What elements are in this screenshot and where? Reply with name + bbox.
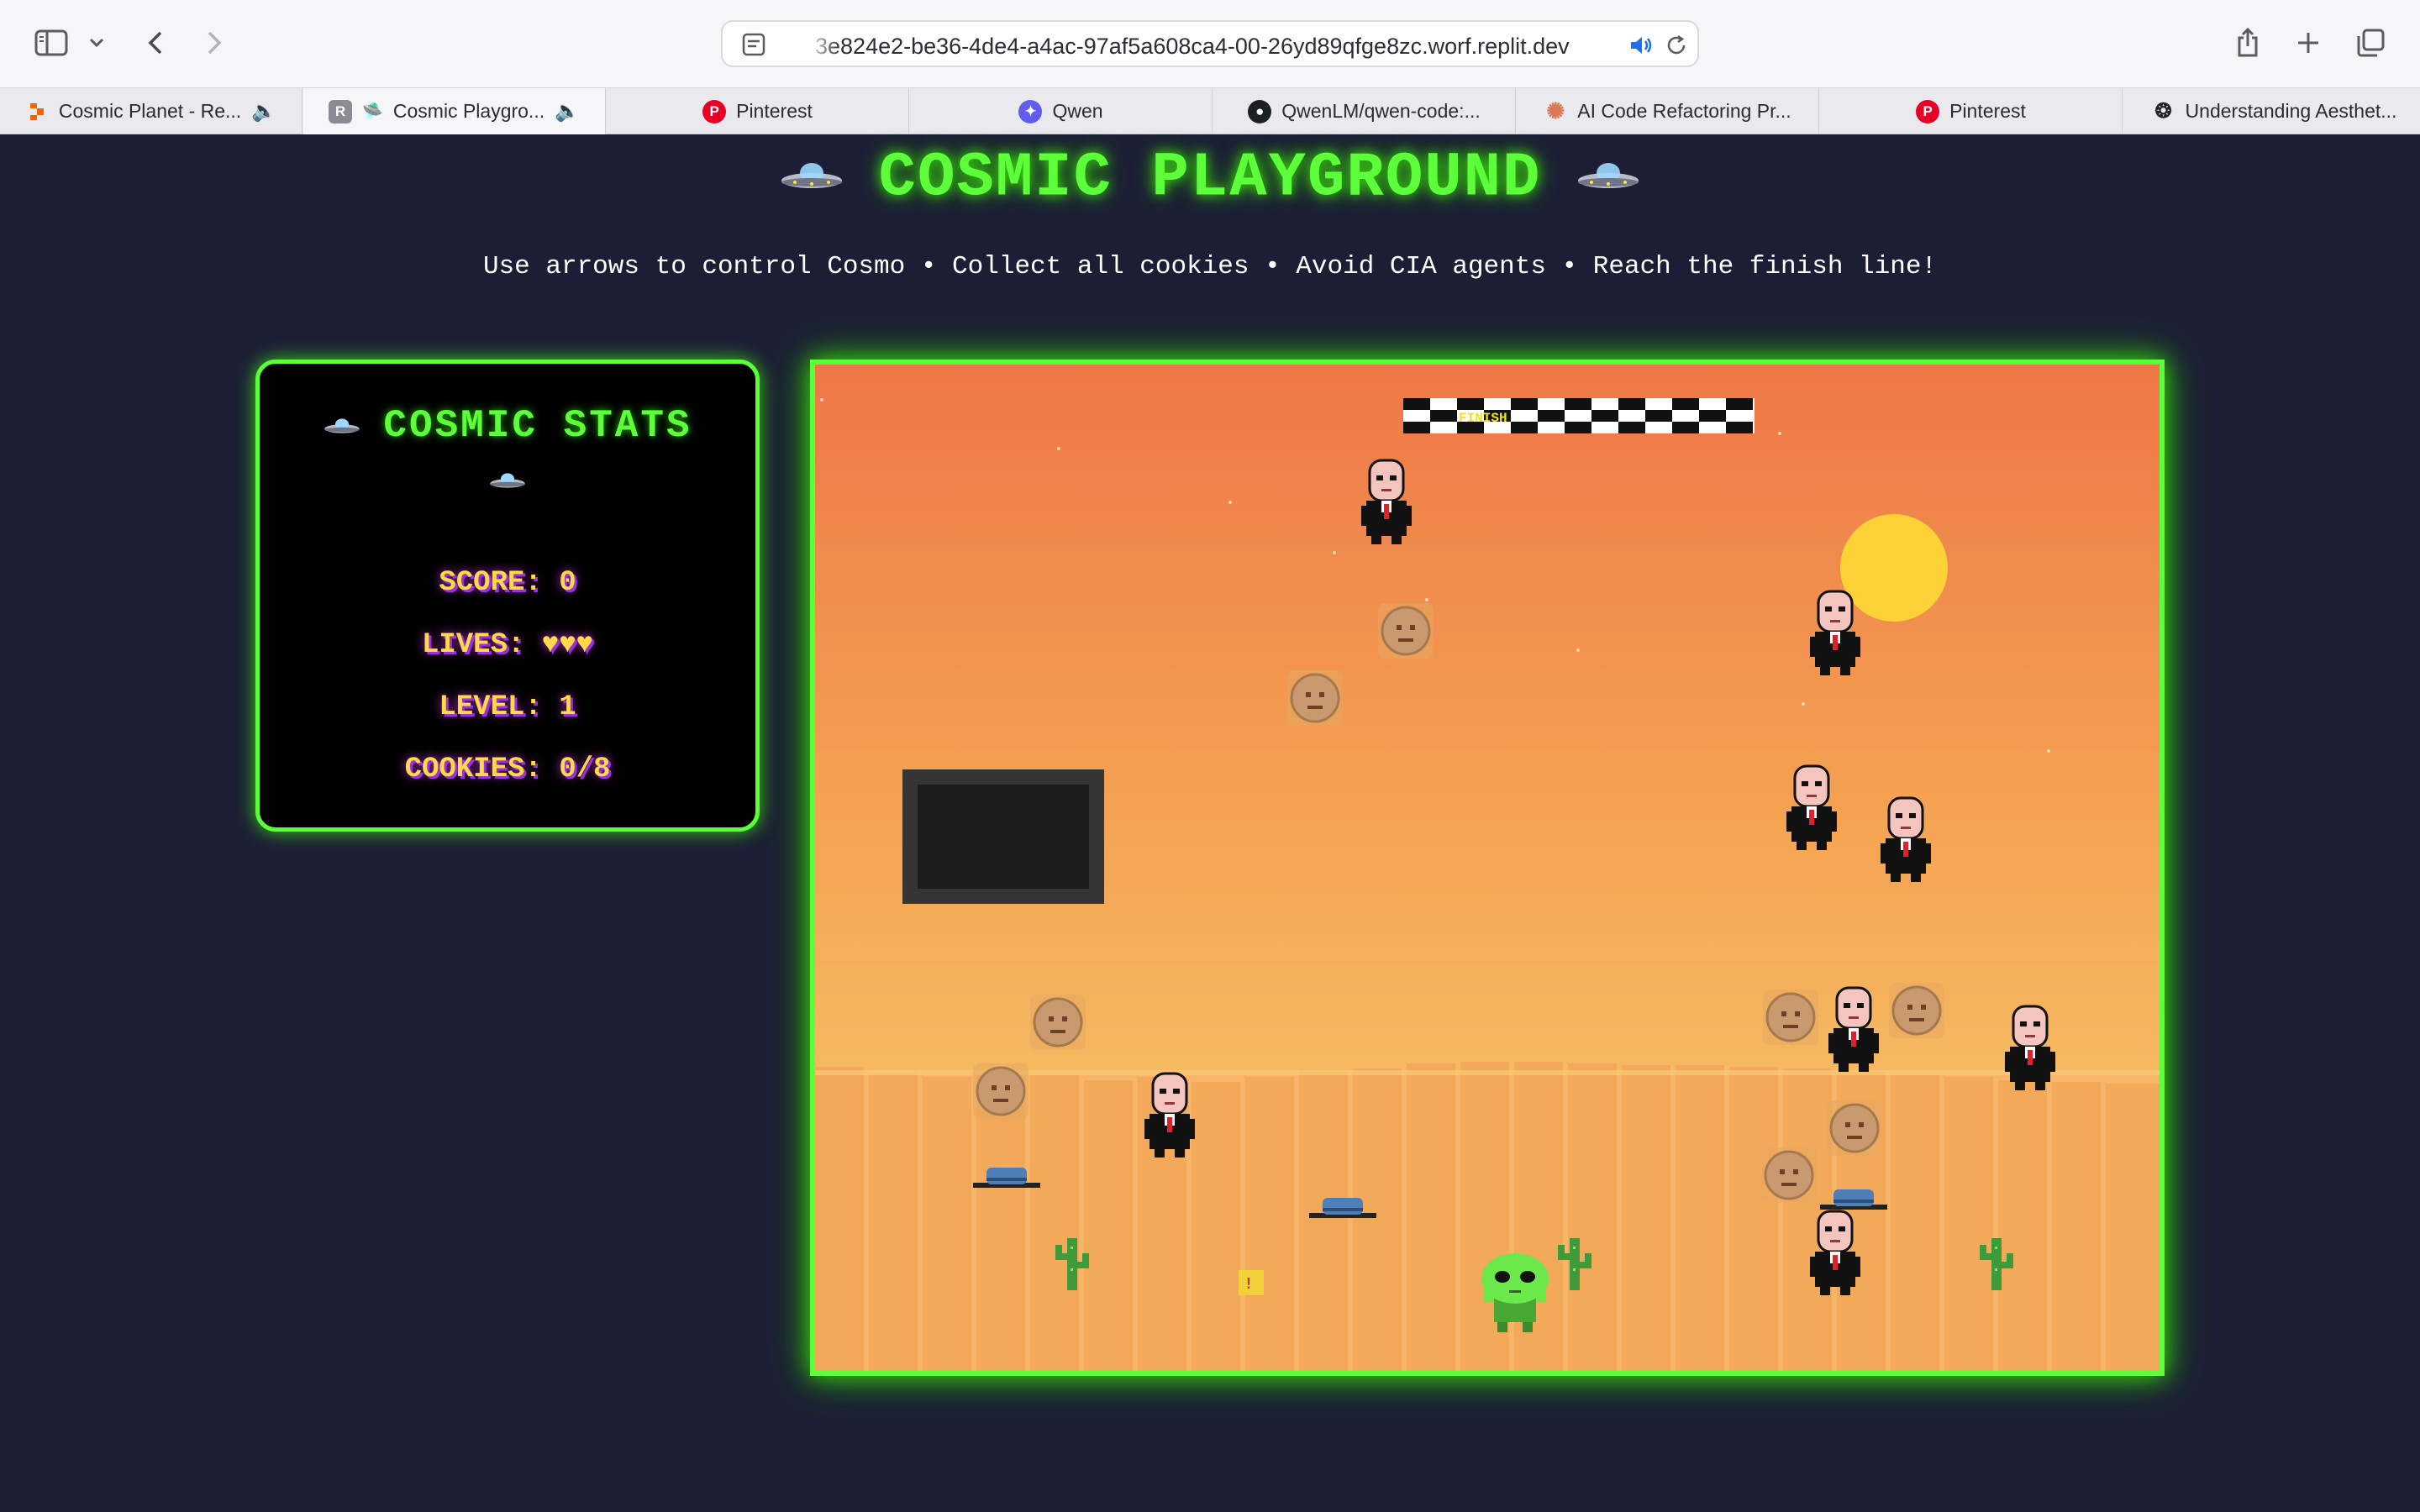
ufo-icon xyxy=(1575,143,1642,213)
ufo-icon xyxy=(778,143,845,213)
tab-label: Qwen xyxy=(1052,100,1103,122)
level-stat: LEVEL: 1 xyxy=(439,691,576,723)
forward-icon[interactable] xyxy=(193,22,235,64)
pinterest-icon: P xyxy=(1916,99,1940,123)
cookies-stat: COOKIES: 0/8 xyxy=(404,753,611,785)
tab-pinterest-2[interactable]: P Pinterest xyxy=(1820,88,2123,134)
cia-agent xyxy=(1879,796,1933,884)
cookie xyxy=(971,1062,1030,1121)
share-icon[interactable] xyxy=(2227,22,2269,64)
ufo-icon xyxy=(324,418,360,433)
game-canvas[interactable]: FINISH ! xyxy=(810,360,2165,1376)
cia-agent xyxy=(1360,459,1413,546)
browser-toolbar: 3e824e2-be36-4de4-a4ac-97af5a608ca4-00-2… xyxy=(0,0,2420,87)
url-text: 3e824e2-be36-4de4-a4ac-97af5a608ca4-00-2… xyxy=(815,34,1570,59)
reload-icon[interactable] xyxy=(1664,33,1689,62)
tab-label: AI Code Refactoring Pr... xyxy=(1577,100,1791,122)
cookie xyxy=(1286,669,1344,727)
github-icon: ● xyxy=(1248,99,1272,123)
sidebar-toggle-icon[interactable] xyxy=(30,22,72,64)
tab-strip: Cosmic Planet - Re... 🔈 R 🛸 Cosmic Playg… xyxy=(0,87,2420,134)
chevron-down-icon[interactable] xyxy=(77,22,116,64)
tab-label: QwenLM/qwen-code:... xyxy=(1281,100,1481,122)
score-value: 0 xyxy=(559,567,576,599)
speaker-icon[interactable] xyxy=(1628,33,1654,62)
tab-label: Understanding Aesthet... xyxy=(2185,100,2397,122)
tab-github[interactable]: ● QwenLM/qwen-code:... xyxy=(1213,88,1516,134)
page-menu-icon[interactable] xyxy=(741,32,766,61)
level-value: 1 xyxy=(559,691,576,723)
title-text: COSMIC PLAYGROUND xyxy=(878,143,1542,214)
page-title: COSMIC PLAYGROUND xyxy=(0,143,2420,214)
tab-label: Pinterest xyxy=(736,100,813,122)
dark-block xyxy=(902,769,1104,904)
cookie xyxy=(1761,988,1820,1047)
back-icon[interactable] xyxy=(134,22,176,64)
lives-stat: LIVES: ♥♥♥ xyxy=(421,629,594,661)
tab-cosmic-planet[interactable]: Cosmic Planet - Re... 🔈 xyxy=(0,88,302,134)
tab-qwen[interactable]: ✦ Qwen xyxy=(910,88,1213,134)
cookie xyxy=(1825,1099,1884,1158)
stats-panel: COSMIC STATS SCORE: 0 LIVES: ♥♥♥ LEVEL: … xyxy=(255,360,760,832)
cookie xyxy=(1760,1146,1818,1205)
replit-r-icon: R xyxy=(328,99,352,123)
ufo-icon: 🛸 xyxy=(361,102,383,121)
pinterest-icon: P xyxy=(702,99,727,123)
finish-line: FINISH xyxy=(1403,398,1754,433)
cookie xyxy=(1028,993,1087,1052)
stats-title: COSMIC STATS xyxy=(260,404,755,503)
tab-pinterest[interactable]: P Pinterest xyxy=(607,88,909,134)
cia-agent xyxy=(2003,1005,2057,1092)
claude-icon: ✺ xyxy=(1546,98,1565,123)
score-stat: SCORE: 0 xyxy=(439,567,576,599)
instructions-text: Use arrows to control Cosmo • Collect al… xyxy=(482,252,1938,281)
tab-overview-icon[interactable] xyxy=(2349,22,2391,64)
tab-cosmic-playground[interactable]: R 🛸 Cosmic Playgro... 🔈 xyxy=(303,88,606,134)
ufo-icon xyxy=(490,473,525,488)
cookies-value: 0/8 xyxy=(559,753,611,785)
cia-agent xyxy=(1808,1210,1862,1297)
cookie xyxy=(1376,601,1435,660)
replit-orange-icon xyxy=(25,100,49,123)
cia-agent xyxy=(1785,764,1839,852)
lives-value: ♥♥♥ xyxy=(541,629,594,661)
svg-text:!: ! xyxy=(1246,1275,1251,1292)
new-tab-icon[interactable] xyxy=(2287,22,2329,64)
warning-block: ! xyxy=(1239,1270,1264,1295)
qwen-icon: ✦ xyxy=(1018,99,1043,123)
finish-label: FINISH xyxy=(1459,411,1507,426)
address-bar[interactable]: 3e824e2-be36-4de4-a4ac-97af5a608ca4-00-2… xyxy=(721,20,1699,67)
cia-agent xyxy=(1827,986,1881,1074)
tab-label: Cosmic Playgro... xyxy=(392,100,545,122)
cookie xyxy=(1887,981,1946,1040)
openai-icon: ❂ xyxy=(2154,100,2172,123)
tab-ai-refactoring[interactable]: ✺ AI Code Refactoring Pr... xyxy=(1517,88,1819,134)
audio-icon[interactable]: 🔈 xyxy=(555,99,580,123)
cia-agent xyxy=(1808,590,1862,677)
tab-label: Pinterest xyxy=(1949,100,2026,122)
audio-icon[interactable]: 🔈 xyxy=(251,99,276,123)
cia-agent xyxy=(1143,1072,1197,1159)
tab-label: Cosmic Planet - Re... xyxy=(58,100,242,122)
sun xyxy=(1840,514,1948,622)
tab-understanding-aesthetics[interactable]: ❂ Understanding Aesthet... xyxy=(2123,88,2420,134)
